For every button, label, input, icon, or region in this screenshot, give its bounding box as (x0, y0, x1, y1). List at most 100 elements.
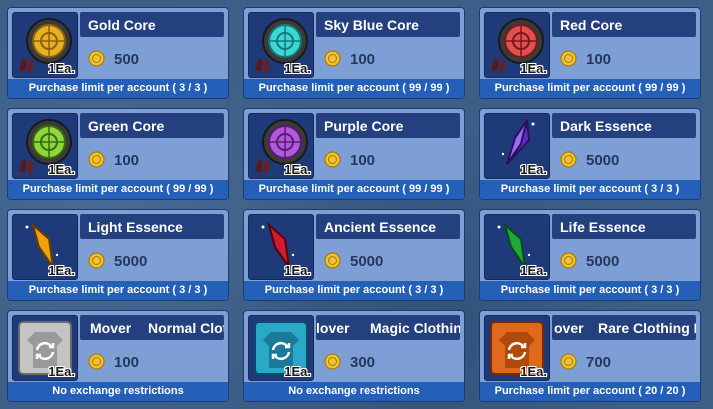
item-name-bar: Dark Essence (552, 113, 696, 138)
item-thumbnail: 1Ea. (12, 12, 78, 78)
item-quantity: 1Ea. (48, 364, 75, 379)
item-name-bar: over Rare Clothing I (552, 315, 696, 340)
shop-item-purple-core[interactable]: 1Ea. Purple Core 100 Purchase limit per … (243, 108, 465, 200)
coin-icon (560, 151, 577, 168)
item-name: Purple Core (324, 118, 404, 134)
item-thumbnail: 1Ea. (12, 214, 78, 280)
item-quantity: 1Ea. (520, 364, 547, 379)
coin-icon (88, 151, 105, 168)
shop-grid: 1Ea. Gold Core 500 Purchase limit per ac… (0, 0, 713, 409)
shop-item-ancient-essence[interactable]: 1Ea. Ancient Essence 5000 Purchase limit… (243, 209, 465, 301)
purchase-limit: Purchase limit per account ( 99 / 99 ) (480, 79, 700, 98)
coin-icon (324, 151, 341, 168)
coin-icon (324, 353, 341, 370)
price-value: 100 (114, 354, 140, 371)
purchase-limit: Purchase limit per account ( 3 / 3 ) (8, 281, 228, 300)
shop-item-normal-clothing[interactable]: 1Ea. Mover Normal Cloth 100 No exchange … (7, 310, 229, 402)
shop-item-dark-essence[interactable]: 1Ea. Dark Essence 5000 Purchase limit pe… (479, 108, 701, 200)
shop-item-sky-blue-core[interactable]: 1Ea. Sky Blue Core 100 Purchase limit pe… (243, 7, 465, 99)
item-name: Sky Blue Core (324, 17, 419, 33)
purchase-limit: No exchange restrictions (8, 382, 228, 401)
item-name: Ancient Essence (324, 219, 437, 235)
item-name: Light Essence (88, 219, 183, 235)
item-name-bar: lover Magic Clothin (316, 315, 460, 340)
item-name-part: Normal Cloth (148, 320, 224, 336)
item-quantity: 1Ea. (48, 263, 75, 278)
price-value: 500 (114, 51, 140, 68)
price-value: 100 (586, 51, 612, 68)
item-name-bar: Gold Core (80, 12, 224, 37)
price-value: 100 (114, 152, 140, 169)
item-name-bar: Ancient Essence (316, 214, 460, 239)
price-value: 5000 (350, 253, 384, 270)
shop-item-gold-core[interactable]: 1Ea. Gold Core 500 Purchase limit per ac… (7, 7, 229, 99)
item-thumbnail: 1Ea. (12, 113, 78, 179)
item-quantity: 1Ea. (520, 263, 547, 278)
item-name-bar: Red Core (552, 12, 696, 37)
shop-item-rare-clothing[interactable]: 1Ea. over Rare Clothing I 700 Purchase l… (479, 310, 701, 402)
purchase-limit: Purchase limit per account ( 3 / 3 ) (480, 180, 700, 199)
item-name-part: over (554, 320, 584, 336)
purchase-limit: Purchase limit per account ( 99 / 99 ) (244, 180, 464, 199)
purchase-limit: No exchange restrictions (244, 382, 464, 401)
item-name-bar: Green Core (80, 113, 224, 138)
purchase-limit: Purchase limit per account ( 99 / 99 ) (244, 79, 464, 98)
item-quantity: 1Ea. (520, 162, 547, 177)
price-value: 300 (350, 354, 376, 371)
item-quantity: 1Ea. (284, 364, 311, 379)
coin-icon (88, 252, 105, 269)
item-name-bar: Life Essence (552, 214, 696, 239)
item-name-bar: Mover Normal Cloth (80, 315, 224, 340)
purchase-limit: Purchase limit per account ( 3 / 3 ) (8, 79, 228, 98)
purchase-limit: Purchase limit per account ( 3 / 3 ) (244, 281, 464, 300)
shop-item-green-core[interactable]: 1Ea. Green Core 100 Purchase limit per a… (7, 108, 229, 200)
item-quantity: 1Ea. (284, 263, 311, 278)
item-thumbnail: 1Ea. (248, 214, 314, 280)
item-name: Life Essence (560, 219, 646, 235)
coin-icon (88, 50, 105, 67)
price-value: 5000 (586, 253, 620, 270)
item-name: Green Core (88, 118, 165, 134)
price-value: 5000 (114, 253, 148, 270)
coin-icon (88, 353, 105, 370)
purchase-limit: Purchase limit per account ( 3 / 3 ) (480, 281, 700, 300)
shop-item-life-essence[interactable]: 1Ea. Life Essence 5000 Purchase limit pe… (479, 209, 701, 301)
item-quantity: 1Ea. (520, 61, 547, 76)
item-quantity: 1Ea. (284, 61, 311, 76)
item-name-part: Mover (90, 320, 132, 336)
item-name-part: Magic Clothin (370, 320, 460, 336)
purchase-limit: Purchase limit per account ( 20 / 20 ) (480, 382, 700, 401)
shop-item-red-core[interactable]: 1Ea. Red Core 100 Purchase limit per acc… (479, 7, 701, 99)
item-name-bar: Purple Core (316, 113, 460, 138)
shop-item-magic-clothing[interactable]: 1Ea. lover Magic Clothin 300 No exchange… (243, 310, 465, 402)
price-value: 100 (350, 51, 376, 68)
item-thumbnail: 1Ea. (484, 12, 550, 78)
item-thumbnail: 1Ea. (484, 315, 550, 381)
item-thumbnail: 1Ea. (248, 315, 314, 381)
item-name: Dark Essence (560, 118, 652, 134)
coin-icon (560, 50, 577, 67)
coin-icon (324, 252, 341, 269)
price-value: 5000 (586, 152, 620, 169)
item-name-part: Rare Clothing I (598, 320, 696, 336)
shop-item-light-essence[interactable]: 1Ea. Light Essence 5000 Purchase limit p… (7, 209, 229, 301)
purchase-limit: Purchase limit per account ( 99 / 99 ) (8, 180, 228, 199)
item-name-part: lover (316, 320, 350, 336)
item-thumbnail: 1Ea. (248, 113, 314, 179)
coin-icon (324, 50, 341, 67)
price-value: 700 (586, 354, 612, 371)
item-thumbnail: 1Ea. (484, 113, 550, 179)
item-thumbnail: 1Ea. (12, 315, 78, 381)
item-thumbnail: 1Ea. (484, 214, 550, 280)
item-thumbnail: 1Ea. (248, 12, 314, 78)
item-quantity: 1Ea. (48, 61, 75, 76)
price-value: 100 (350, 152, 376, 169)
coin-icon (560, 252, 577, 269)
item-quantity: 1Ea. (284, 162, 311, 177)
coin-icon (560, 353, 577, 370)
item-name: Red Core (560, 17, 623, 33)
item-quantity: 1Ea. (48, 162, 75, 177)
item-name: Gold Core (88, 17, 156, 33)
item-name-bar: Sky Blue Core (316, 12, 460, 37)
item-name-bar: Light Essence (80, 214, 224, 239)
